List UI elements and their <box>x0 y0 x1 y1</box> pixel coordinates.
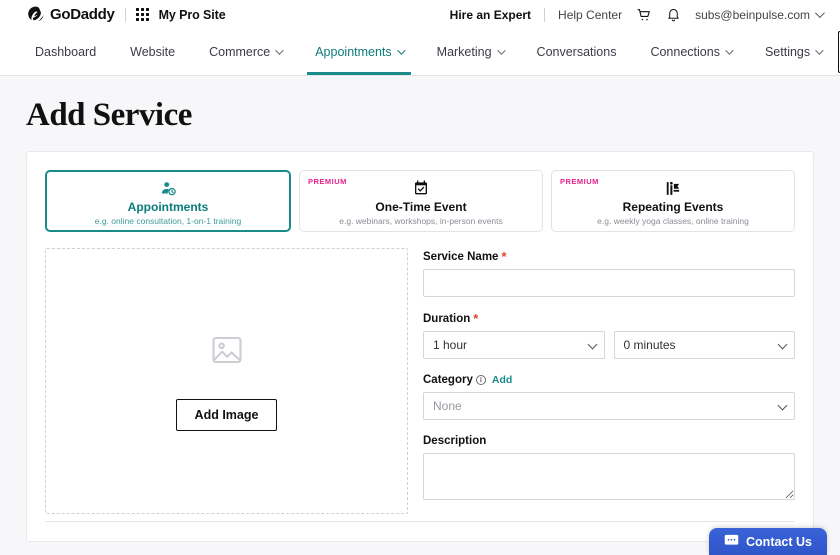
description-label-row: Description <box>423 435 795 447</box>
service-type-selector: Appointments e.g. online consultation, 1… <box>45 170 795 232</box>
service-type-title: Appointments <box>127 199 209 214</box>
utility-bar-right: Hire an Expert Help Center subs@beinpuls… <box>450 6 825 23</box>
category-select[interactable]: None <box>423 392 795 420</box>
nav-label: Website <box>130 45 176 59</box>
image-upload-dropzone[interactable]: Add Image <box>45 248 408 514</box>
repeating-events-icon <box>665 180 682 197</box>
duration-hours-wrap: 1 hour <box>423 331 605 359</box>
nav-label: Appointments <box>315 45 392 59</box>
apps-grid-icon[interactable] <box>135 8 149 21</box>
duration-controls: 1 hour 0 minutes <box>423 331 795 359</box>
service-type-appointments[interactable]: Appointments e.g. online consultation, 1… <box>45 170 291 232</box>
nav-label: Conversations <box>536 45 617 59</box>
account-email-label: subs@beinpulse.com <box>695 7 810 22</box>
category-label: Category <box>423 374 473 386</box>
nav-item-settings[interactable]: Settings <box>748 29 838 75</box>
contact-us-widget[interactable]: Contact Us <box>709 528 827 555</box>
contact-us-label: Contact Us <box>746 534 812 549</box>
utility-divider <box>544 7 546 22</box>
chevron-down-icon <box>815 46 824 55</box>
main-navigation: Dashboard Website Commerce Appointments … <box>0 29 840 76</box>
image-placeholder-icon <box>209 332 245 371</box>
duration-minutes-select[interactable]: 0 minutes <box>613 331 795 359</box>
nav-label: Commerce <box>209 45 271 59</box>
premium-badge: PREMIUM <box>560 177 599 186</box>
nav-item-conversations[interactable]: Conversations <box>520 29 634 75</box>
service-name-field: Service Name * <box>423 250 795 297</box>
nav-item-list: Dashboard Website Commerce Appointments … <box>26 29 838 75</box>
description-label: Description <box>423 435 487 447</box>
category-select-wrap: None <box>423 392 795 420</box>
required-asterisk: * <box>473 311 479 326</box>
service-type-repeating-events[interactable]: PREMIUM Repeating Events e.g. weekly yog… <box>551 170 795 232</box>
godaddy-wordmark: GoDaddy <box>50 6 115 23</box>
site-name-label[interactable]: My Pro Site <box>159 8 226 22</box>
hire-an-expert-link[interactable]: Hire an Expert <box>450 8 531 22</box>
nav-label: Settings <box>764 45 811 59</box>
service-form-body: Add Image Service Name * Duration * 1 ho… <box>45 248 795 514</box>
service-type-title: Repeating Events <box>622 199 724 214</box>
nav-item-commerce[interactable]: Commerce <box>192 29 298 75</box>
premium-badge: PREMIUM <box>308 177 347 186</box>
godaddy-home-link[interactable]: GoDaddy <box>26 5 115 24</box>
nav-item-marketing[interactable]: Marketing <box>420 29 520 75</box>
godaddy-logo-icon <box>26 5 45 24</box>
nav-item-dashboard[interactable]: Dashboard <box>26 29 113 75</box>
info-circle-icon[interactable]: i <box>475 375 486 385</box>
service-type-title: One-Time Event <box>375 199 467 214</box>
account-menu[interactable]: subs@beinpulse.com <box>695 7 825 22</box>
chevron-down-icon <box>496 46 506 55</box>
brand-group: GoDaddy My Pro Site <box>26 5 226 24</box>
add-service-card: Appointments e.g. online consultation, 1… <box>26 151 814 542</box>
chat-bubble-icon <box>724 534 739 550</box>
nav-label: Dashboard <box>35 45 97 59</box>
duration-field: Duration * 1 hour 0 minutes <box>423 312 795 359</box>
required-asterisk: * <box>501 249 507 264</box>
chevron-down-icon <box>396 46 406 55</box>
service-name-label-row: Service Name * <box>423 250 795 263</box>
service-type-subtitle: e.g. online consultation, 1-on-1 trainin… <box>94 215 242 226</box>
category-field: Category i Add None <box>423 374 795 420</box>
description-field: Description <box>423 435 795 503</box>
nav-label: Connections <box>650 45 720 59</box>
service-name-label: Service Name <box>423 250 499 263</box>
nav-item-appointments[interactable]: Appointments <box>298 29 419 75</box>
nav-label: Marketing <box>436 45 492 59</box>
person-clock-icon <box>160 180 177 197</box>
notification-bell-icon[interactable] <box>665 6 682 23</box>
page-title: Add Service <box>26 97 192 133</box>
add-category-link[interactable]: Add <box>492 374 512 386</box>
chevron-down-icon <box>275 46 284 55</box>
service-fields-column: Service Name * Duration * 1 hour 0 minut… <box>423 248 795 514</box>
card-footer-divider <box>45 521 795 522</box>
add-image-button[interactable]: Add Image <box>175 398 278 431</box>
help-center-link[interactable]: Help Center <box>558 8 622 22</box>
service-name-input[interactable] <box>423 269 795 297</box>
category-label-row: Category i Add <box>423 374 795 386</box>
utility-bar: GoDaddy My Pro Site Hire an Expert Help … <box>0 0 840 29</box>
nav-item-website[interactable]: Website <box>113 29 192 75</box>
service-type-subtitle: e.g. webinars, workshops, in-person even… <box>339 215 503 226</box>
duration-label: Duration <box>423 312 471 325</box>
shopping-cart-icon[interactable] <box>635 6 652 23</box>
chevron-down-icon <box>725 46 734 55</box>
service-type-one-time-event[interactable]: PREMIUM One-Time Event e.g. webinars, wo… <box>299 170 543 232</box>
description-textarea[interactable] <box>423 453 795 500</box>
nav-item-connections[interactable]: Connections <box>633 29 748 75</box>
brand-divider <box>124 7 126 22</box>
duration-minutes-wrap: 0 minutes <box>613 331 795 359</box>
duration-label-row: Duration * <box>423 312 795 325</box>
service-type-subtitle: e.g. weekly yoga classes, online trainin… <box>597 215 749 226</box>
duration-hours-select[interactable]: 1 hour <box>423 331 605 359</box>
calendar-check-icon <box>413 180 429 197</box>
chevron-down-icon <box>814 8 825 19</box>
